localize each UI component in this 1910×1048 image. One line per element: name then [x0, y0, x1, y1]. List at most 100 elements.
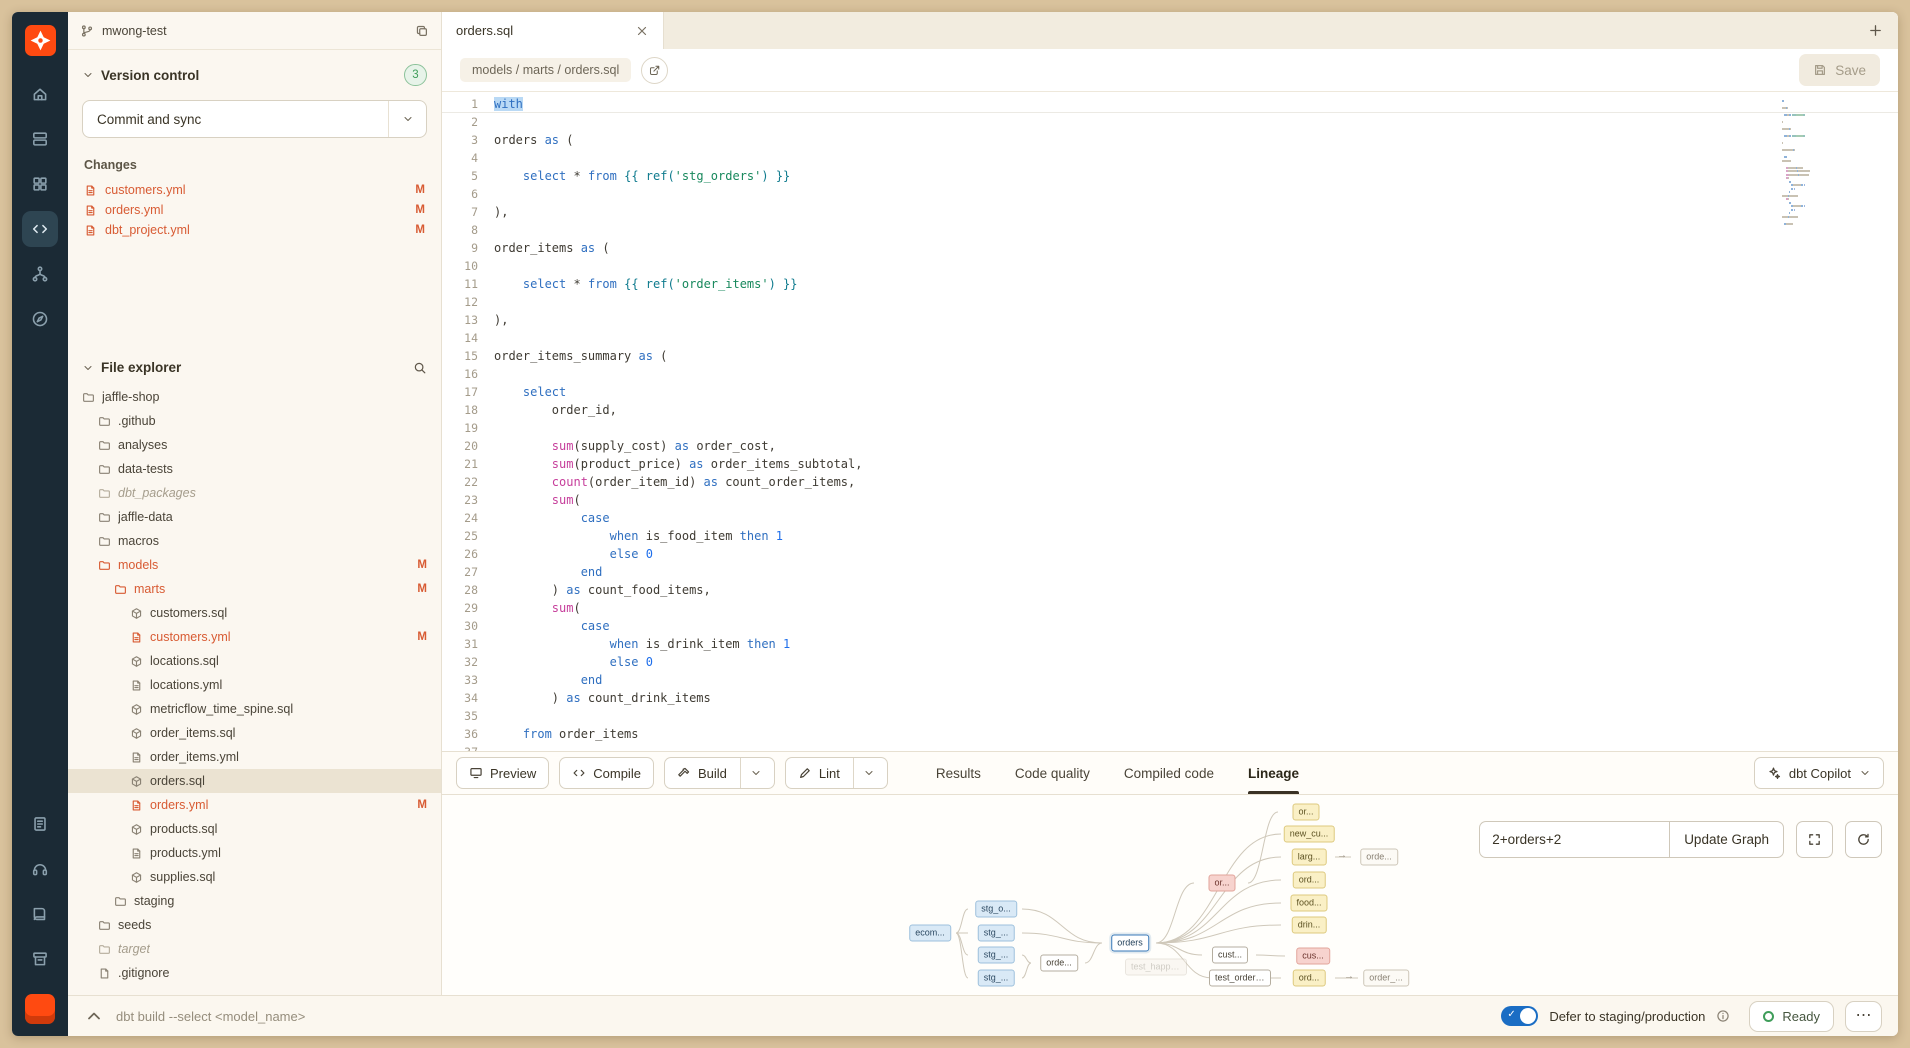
file-tree-item[interactable]: .gitignore [68, 961, 441, 985]
commit-options-button[interactable] [388, 101, 426, 137]
lineage-node[interactable]: stg_... [978, 947, 1015, 964]
archive-icon[interactable] [22, 941, 58, 977]
lineage-node[interactable]: orders [1111, 935, 1149, 952]
lineage-node[interactable]: drin... [1292, 917, 1327, 934]
lineage-selector-input[interactable] [1479, 821, 1669, 858]
lineage-node[interactable]: cus... [1296, 948, 1330, 965]
ide-icon[interactable] [22, 211, 58, 247]
preview-button[interactable]: Preview [456, 757, 549, 789]
lineage-node[interactable]: orde... [1360, 849, 1398, 866]
tab-results[interactable]: Results [936, 752, 981, 794]
compass-icon[interactable] [22, 301, 58, 337]
copy-icon[interactable] [415, 24, 429, 38]
new-tab-button[interactable] [1852, 12, 1898, 49]
file-tree-item[interactable]: staging [68, 889, 441, 913]
dbt-copilot-label: dbt Copilot [1789, 766, 1851, 781]
file-tree-item[interactable]: analyses [68, 433, 441, 457]
home-icon[interactable] [22, 76, 58, 112]
close-tab-icon[interactable] [635, 24, 649, 38]
file-tree-item[interactable]: orders.ymlM [68, 793, 441, 817]
file-tree-item[interactable]: target [68, 937, 441, 961]
file-tree-item[interactable]: products.sql [68, 817, 441, 841]
lineage-node[interactable]: ord... [1293, 872, 1326, 889]
fullscreen-button[interactable] [1796, 821, 1833, 858]
command-input[interactable]: dbt build --select <model_name> [116, 1009, 305, 1024]
ide-status-button[interactable]: Ready [1749, 1001, 1834, 1032]
file-tree-item[interactable]: customers.sql [68, 601, 441, 625]
compile-button[interactable]: Compile [559, 757, 654, 789]
support-icon[interactable] [22, 851, 58, 887]
file-tree-item[interactable]: locations.sql [68, 649, 441, 673]
file-tree-item[interactable]: metricflow_time_spine.sql [68, 697, 441, 721]
update-graph-button[interactable]: Update Graph [1669, 821, 1784, 858]
file-name: macros [118, 534, 159, 548]
user-avatar[interactable] [25, 994, 55, 1024]
lineage-node[interactable]: stg_... [978, 925, 1015, 942]
file-tree-item[interactable]: order_items.yml [68, 745, 441, 769]
build-button[interactable]: Build [664, 757, 775, 789]
changed-file-item[interactable]: orders.ymlM [68, 200, 441, 220]
lineage-node[interactable]: test_happy... [1125, 959, 1187, 976]
commit-and-sync-button[interactable]: Commit and sync [82, 100, 427, 138]
version-control-header[interactable]: Version control 3 [68, 64, 441, 86]
file-tree-item[interactable]: order_items.sql [68, 721, 441, 745]
search-icon[interactable] [413, 361, 427, 375]
lint-button[interactable]: Lint [785, 757, 888, 789]
chevron-down-icon[interactable] [740, 758, 762, 788]
file-tree-item[interactable]: dbt_packages [68, 481, 441, 505]
changed-file-item[interactable]: dbt_project.ymlM [68, 220, 441, 240]
file-tree-item[interactable]: locations.yml [68, 673, 441, 697]
expand-command-bar-icon[interactable] [84, 1006, 104, 1026]
file-tree-item[interactable]: orders.sql [68, 769, 441, 793]
grid-icon[interactable] [22, 166, 58, 202]
dbt-copilot-button[interactable]: dbt Copilot [1754, 757, 1884, 789]
lineage-node[interactable]: or... [1208, 875, 1235, 892]
file-tree-item[interactable]: martsM [68, 577, 441, 601]
breadcrumb[interactable]: models / marts / orders.sql [460, 58, 631, 82]
lineage-node[interactable]: new_cu... [1284, 826, 1335, 843]
lineage-node[interactable]: stg_... [978, 970, 1015, 987]
file-tree-item[interactable]: seeds [68, 913, 441, 937]
lineage-node[interactable]: food... [1290, 895, 1327, 912]
fork-icon[interactable] [22, 256, 58, 292]
lineage-node[interactable]: order_... [1363, 970, 1409, 987]
file-tree-item[interactable]: .github [68, 409, 441, 433]
chevron-down-icon[interactable] [853, 758, 875, 788]
docs-icon[interactable] [22, 896, 58, 932]
defer-toggle[interactable]: ✓ [1501, 1006, 1538, 1026]
file-tree-item[interactable]: supplies.sql [68, 865, 441, 889]
file-tree-item[interactable]: jaffle-shop [68, 385, 441, 409]
tab-code-quality[interactable]: Code quality [1015, 752, 1090, 794]
lineage-node[interactable]: or... [1292, 804, 1319, 821]
tab-lineage[interactable]: Lineage [1248, 752, 1299, 794]
lineage-node[interactable]: cust... [1212, 947, 1248, 964]
lineage-node[interactable]: test_order_it... [1209, 970, 1271, 987]
model-icon [130, 775, 143, 788]
file-tree-item[interactable]: jaffle-data [68, 505, 441, 529]
changed-file-item[interactable]: customers.ymlM [68, 180, 441, 200]
stack-icon[interactable] [22, 121, 58, 157]
lineage-node[interactable]: stg_o... [975, 901, 1017, 918]
lineage-node[interactable]: ecom... [909, 925, 951, 942]
file-tree-item[interactable]: modelsM [68, 553, 441, 577]
tab-compiled-code[interactable]: Compiled code [1124, 752, 1214, 794]
file-explorer-header[interactable]: File explorer [68, 360, 441, 375]
code-editor[interactable]: 1with23orders as (45 select * from {{ re… [442, 92, 1898, 751]
project-selector[interactable]: mwong-test [68, 12, 441, 50]
file-tree-item[interactable]: products.yml [68, 841, 441, 865]
refresh-graph-button[interactable] [1845, 821, 1882, 858]
more-options-button[interactable]: ⋯ [1845, 1001, 1882, 1032]
lineage-node[interactable]: ord... [1293, 970, 1326, 987]
info-icon[interactable] [1716, 1009, 1730, 1023]
file-tree-item[interactable]: customers.ymlM [68, 625, 441, 649]
file-tree-item[interactable]: macros [68, 529, 441, 553]
save-button[interactable]: Save [1799, 54, 1880, 86]
open-file-location-button[interactable] [641, 57, 668, 84]
tab-orders-sql[interactable]: orders.sql [442, 12, 664, 49]
lineage-node[interactable]: larg... [1292, 849, 1327, 866]
lineage-node[interactable]: orde... [1040, 955, 1078, 972]
dbt-logo[interactable] [22, 22, 58, 58]
file-tree-item[interactable]: data-tests [68, 457, 441, 481]
changelog-icon[interactable] [22, 806, 58, 842]
editor-minimap[interactable] [1782, 100, 1840, 230]
